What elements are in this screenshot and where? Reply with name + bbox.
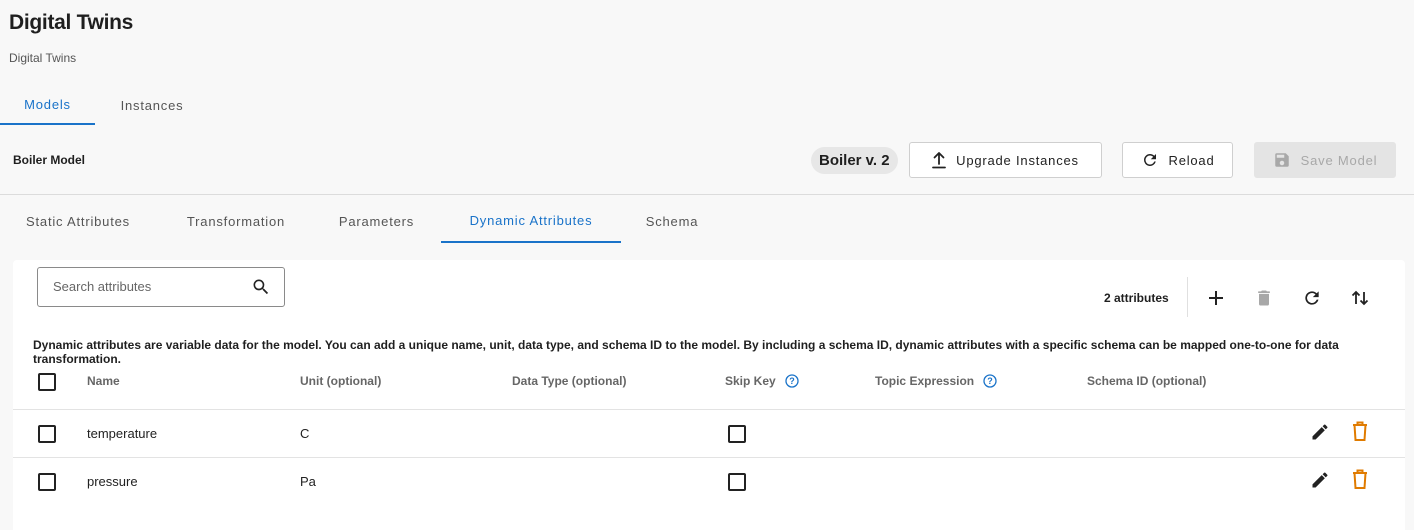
cell-unit: C — [300, 426, 310, 441]
sort-icon — [1351, 290, 1369, 306]
cell-name: temperature — [87, 426, 158, 441]
attributes-panel: 2 attributes Dynamic attributes are vari… — [13, 260, 1405, 530]
table-row[interactable]: pressure Pa — [13, 458, 1405, 505]
page-title: Digital Twins — [9, 11, 134, 34]
cell-name: pressure — [87, 474, 138, 489]
version-chip: Boiler v. 2 — [811, 147, 898, 174]
row-checkbox[interactable] — [38, 473, 56, 491]
save-model-button[interactable]: Save Model — [1254, 142, 1396, 178]
refresh-icon — [1305, 291, 1319, 305]
description-text: Dynamic attributes are variable data for… — [33, 338, 1339, 366]
trash-icon — [1353, 421, 1367, 441]
delete-selected-button[interactable] — [1252, 286, 1276, 310]
sort-button[interactable] — [1348, 286, 1372, 310]
upgrade-instances-label: Upgrade Instances — [956, 152, 1079, 168]
delete-row-button[interactable] — [1348, 419, 1372, 443]
cell-unit: Pa — [300, 474, 316, 489]
attribute-count: 2 attributes — [1104, 291, 1169, 305]
toolbar-divider — [1187, 277, 1188, 317]
search-input[interactable] — [53, 279, 243, 294]
column-header-schema-id: Schema ID (optional) — [1087, 374, 1207, 388]
table-row[interactable]: temperature C — [13, 410, 1405, 457]
skip-key-checkbox[interactable] — [728, 473, 746, 491]
upload-icon — [932, 152, 947, 169]
tab-static-attributes[interactable]: Static Attributes — [8, 199, 148, 243]
refresh-icon — [1143, 153, 1156, 166]
column-header-topic-expression: Topic Expression ? — [875, 374, 997, 388]
trash-icon — [1353, 469, 1367, 489]
tab-instances[interactable]: Instances — [104, 85, 200, 125]
tab-schema[interactable]: Schema — [631, 199, 713, 243]
skip-key-checkbox[interactable] — [728, 425, 746, 443]
breadcrumb[interactable]: Digital Twins — [9, 51, 76, 65]
model-name: Boiler Model — [13, 153, 86, 167]
trash-icon — [1258, 290, 1270, 306]
column-header-unit: Unit (optional) — [300, 374, 382, 388]
save-model-label: Save Model — [1300, 152, 1378, 168]
select-all-checkbox[interactable] — [38, 373, 56, 391]
column-header-name: Name — [87, 374, 120, 388]
reload-label: Reload — [1168, 152, 1215, 168]
upgrade-instances-button[interactable]: Upgrade Instances — [909, 142, 1102, 178]
edit-button[interactable] — [1308, 468, 1332, 492]
tab-parameters[interactable]: Parameters — [324, 199, 429, 243]
tab-models[interactable]: Models — [0, 85, 95, 125]
help-circle-icon[interactable]: ? — [983, 374, 997, 388]
add-attribute-button[interactable] — [1204, 286, 1228, 310]
svg-text:?: ? — [789, 376, 795, 386]
row-checkbox[interactable] — [38, 425, 56, 443]
search-box[interactable] — [37, 267, 285, 307]
reload-button[interactable]: Reload — [1122, 142, 1233, 178]
save-icon — [1274, 153, 1289, 167]
tab-dynamic-attributes[interactable]: Dynamic Attributes — [441, 199, 621, 243]
delete-row-button[interactable] — [1348, 467, 1372, 491]
svg-text:?: ? — [987, 376, 993, 386]
pencil-icon — [1312, 472, 1328, 488]
column-header-data-type: Data Type (optional) — [512, 374, 627, 388]
pencil-icon — [1312, 424, 1328, 440]
divider — [0, 194, 1414, 195]
column-header-skip-key: Skip Key ? — [725, 374, 799, 388]
edit-button[interactable] — [1308, 420, 1332, 444]
help-circle-icon[interactable]: ? — [785, 374, 799, 388]
refresh-button[interactable] — [1300, 286, 1324, 310]
search-icon[interactable] — [251, 277, 271, 297]
plus-icon — [1209, 291, 1223, 305]
tab-transformation[interactable]: Transformation — [170, 199, 302, 243]
